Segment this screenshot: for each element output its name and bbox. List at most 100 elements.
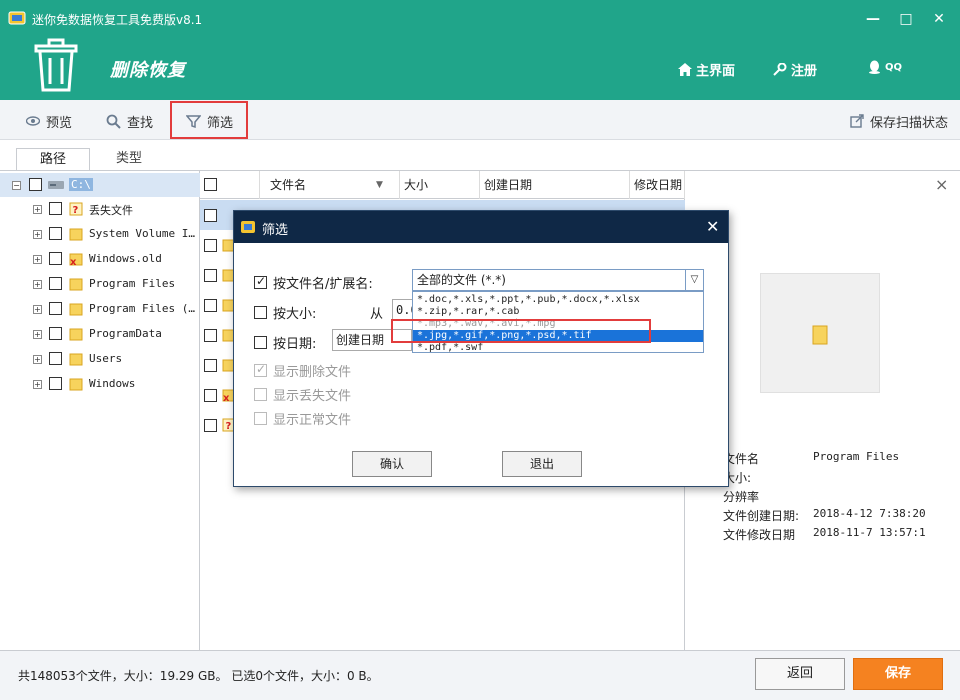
folder-icon	[69, 328, 83, 341]
filter-by-date-checkbox[interactable]	[254, 336, 267, 349]
save-scan-state-label: 保存扫描状态	[870, 115, 949, 131]
tree-checkbox[interactable]	[49, 277, 62, 290]
dialog-close-button[interactable]: ✕	[706, 217, 719, 236]
filter-by-name-checkbox[interactable]	[254, 274, 267, 289]
row-checkbox[interactable]	[204, 329, 217, 342]
preview-row: 文件修改日期 2018-11-7 13:57:1	[723, 526, 926, 543]
dropdown-option[interactable]: *.zip,*.rar,*.cab	[413, 306, 703, 318]
home-nav[interactable]: 主界面	[678, 60, 735, 79]
tree-row[interactable]: + ? 丢失文件	[0, 197, 200, 221]
tree-row[interactable]: + System Volume I…	[0, 222, 200, 246]
preview-key: 文件创建日期:	[723, 509, 800, 523]
preview-close-button[interactable]: ×	[935, 175, 948, 194]
search-label: 查找	[127, 115, 154, 131]
preview-row: 分辨率	[723, 488, 813, 505]
app-logo-icon	[8, 11, 26, 25]
row-checkbox[interactable]	[204, 359, 217, 372]
tree-label: System Volume I…	[89, 227, 195, 240]
filter-by-name-option[interactable]: 按文件名/扩展名:	[254, 273, 373, 292]
tree-row[interactable]: + Users	[0, 347, 200, 371]
tree-row[interactable]: + ProgramData	[0, 322, 200, 346]
left-tab-bar: 路径 类型	[0, 146, 200, 170]
exit-button[interactable]: 退出	[502, 451, 582, 477]
column-modified[interactable]: 修改日期	[630, 171, 685, 199]
tree-row[interactable]: + Windows	[0, 372, 200, 396]
row-checkbox[interactable]	[204, 419, 217, 432]
tree-label: Program Files (…	[89, 302, 195, 315]
show-normal-label: 显示正常文件	[273, 413, 352, 428]
tree-checkbox[interactable]	[49, 227, 62, 240]
register-nav[interactable]: 注册	[773, 60, 817, 79]
minimize-button[interactable]: —	[862, 10, 884, 28]
show-normal-checkbox	[254, 412, 267, 425]
sort-down-icon: ▼	[376, 180, 383, 190]
maximize-button[interactable]: □	[895, 10, 917, 28]
expand-icon[interactable]: +	[33, 355, 42, 364]
file-type-select[interactable]: 全部的文件 (*.*) ▽	[412, 269, 704, 291]
qq-nav[interactable]: QQ	[868, 60, 902, 74]
tree-checkbox[interactable]	[49, 352, 62, 365]
filter-by-date-option[interactable]: 按日期:	[254, 333, 316, 352]
save-button[interactable]: 保存	[853, 658, 943, 690]
svg-text:x: x	[223, 393, 230, 402]
tree-row[interactable]: + Program Files	[0, 272, 200, 296]
filter-by-size-checkbox[interactable]	[254, 306, 267, 319]
column-size[interactable]: 大小	[400, 171, 480, 199]
chevron-down-icon[interactable]: ▽	[685, 270, 703, 290]
tab-type[interactable]: 类型	[92, 148, 166, 170]
expand-icon[interactable]: +	[33, 230, 42, 239]
status-summary: 共148053个文件，大小：19.29 GB。 已选0个文件，大小：0 B。	[18, 669, 379, 683]
expand-icon[interactable]: +	[33, 255, 42, 264]
tree-row-drive[interactable]: − C:\	[0, 173, 200, 197]
show-lost-option: 显示丢失文件	[254, 385, 351, 404]
file-list-header: 文件名 ▼ 大小 创建日期 修改日期	[200, 171, 685, 199]
show-lost-checkbox	[254, 388, 267, 401]
preview-row: 大小:	[723, 469, 813, 486]
row-checkbox[interactable]	[204, 209, 217, 222]
select-all-column	[200, 171, 260, 199]
status-bar: 共148053个文件，大小：19.29 GB。 已选0个文件，大小：0 B。 返…	[0, 650, 960, 700]
row-checkbox[interactable]	[204, 389, 217, 402]
folder-icon	[69, 378, 83, 391]
folder-icon	[69, 353, 83, 366]
collapse-icon[interactable]: −	[12, 181, 21, 190]
dropdown-option[interactable]: *.pdf,*.swf	[413, 342, 703, 354]
filter-by-size-option[interactable]: 按大小:	[254, 303, 316, 322]
expand-icon[interactable]: +	[33, 330, 42, 339]
show-lost-label: 显示丢失文件	[273, 389, 352, 404]
preview-button[interactable]: 预览	[26, 108, 72, 134]
row-checkbox[interactable]	[204, 299, 217, 312]
column-created[interactable]: 创建日期	[480, 171, 630, 199]
size-from-input[interactable]: 0.0	[392, 299, 414, 321]
row-checkbox[interactable]	[204, 269, 217, 282]
column-name[interactable]: 文件名 ▼	[260, 171, 400, 199]
tree-checkbox[interactable]	[49, 377, 62, 390]
filter-by-date-label: 按日期:	[273, 337, 317, 352]
tree-row[interactable]: + Program Files (…	[0, 297, 200, 321]
mode-title: 删除恢复	[110, 60, 186, 81]
tree-checkbox[interactable]	[49, 202, 62, 215]
tree-checkbox[interactable]	[49, 327, 62, 340]
tree-checkbox[interactable]	[49, 302, 62, 315]
tab-path[interactable]: 路径	[16, 148, 90, 170]
close-button[interactable]: ✕	[928, 10, 950, 28]
select-all-checkbox[interactable]	[204, 178, 217, 191]
expand-icon[interactable]: +	[33, 305, 42, 314]
tree-label: 丢失文件	[89, 204, 133, 217]
selected-option-highlight-box	[391, 319, 651, 343]
folder-icon	[69, 228, 83, 241]
row-checkbox[interactable]	[204, 239, 217, 252]
preview-value: 2018-4-12 7:38:20	[813, 507, 926, 520]
save-scan-state-button[interactable]: 保存扫描状态	[850, 108, 948, 134]
expand-icon[interactable]: +	[33, 280, 42, 289]
tree-row[interactable]: + x Windows.old	[0, 247, 200, 271]
back-button[interactable]: 返回	[755, 658, 845, 690]
confirm-button[interactable]: 确认	[352, 451, 432, 477]
tree-checkbox[interactable]	[49, 252, 62, 265]
dropdown-option[interactable]: *.doc,*.xls,*.ppt,*.pub,*.docx,*.xlsx	[413, 294, 703, 306]
expand-icon[interactable]: +	[33, 380, 42, 389]
expand-icon[interactable]: +	[33, 205, 42, 214]
tree-checkbox[interactable]	[29, 178, 42, 191]
eye-icon	[26, 116, 40, 126]
search-button[interactable]: 查找	[106, 108, 153, 134]
